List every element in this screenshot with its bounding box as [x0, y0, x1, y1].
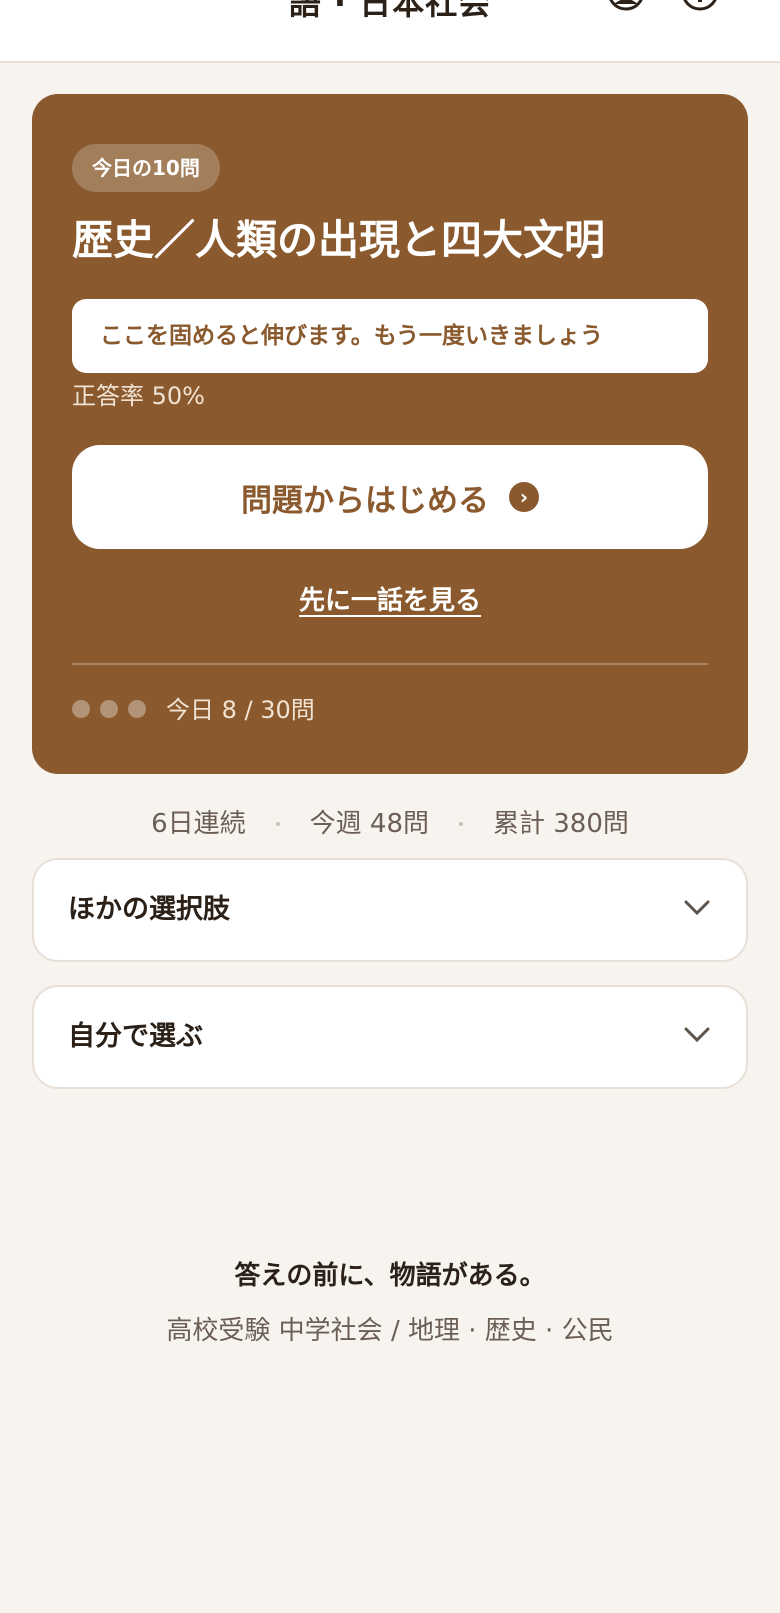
- daily-progress-text: 今日 8 / 30問: [166, 696, 315, 724]
- card-divider: [72, 663, 708, 665]
- daily-question-card: 今日の10問 歴史／人類の出現と四大文明 ここを固めると伸びます。もう一度いきま…: [32, 94, 748, 774]
- total-stat: 累計 380問: [493, 809, 629, 839]
- other-options-accordion[interactable]: ほかの選択肢: [32, 858, 748, 962]
- progress-dot: [72, 700, 90, 718]
- info-icon[interactable]: [680, 0, 720, 12]
- chevron-down-icon: [684, 900, 710, 916]
- footer-tagline: 答えの前に、物語がある。: [234, 1261, 546, 1291]
- study-stats: 6日連続 今週 48問 累計 380問: [0, 804, 780, 844]
- progress-dot: [128, 700, 146, 718]
- lesson-title: 歴史／人類の出現と四大文明: [72, 216, 605, 264]
- encouragement-message: ここを固めると伸びます。もう一度いきましょう: [72, 299, 708, 373]
- streak-stat: 6日連続: [151, 809, 246, 839]
- progress-dot: [100, 700, 118, 718]
- start-questions-button[interactable]: 問題からはじめる ›: [72, 445, 708, 549]
- separator-dot: [275, 822, 280, 826]
- progress-dots: [72, 700, 146, 720]
- watch-story-link[interactable]: 先に一話を見る: [32, 580, 748, 617]
- separator-dot: [459, 822, 463, 826]
- daily-count-badge: 今日の10問: [72, 144, 220, 192]
- footer-subtitle: 高校受験 中学社会 / 地理 · 歴史 · 公民: [166, 1316, 614, 1346]
- user-icon[interactable]: [606, 0, 646, 12]
- accuracy-rate: 正答率 50%: [72, 382, 205, 410]
- app-title: 語 · 日本社会: [288, 0, 492, 22]
- choose-yourself-accordion[interactable]: 自分で選ぶ: [32, 985, 748, 1089]
- chevron-down-icon: [684, 1027, 710, 1043]
- chevron-right-icon: ›: [509, 482, 539, 512]
- accordion-label: 自分で選ぶ: [68, 1021, 203, 1052]
- accordion-label: ほかの選択肢: [68, 894, 230, 925]
- start-button-label: 問題からはじめる: [241, 482, 489, 519]
- app-header: 語 · 日本社会: [0, 0, 780, 63]
- weekly-stat: 今週 48問: [309, 809, 429, 839]
